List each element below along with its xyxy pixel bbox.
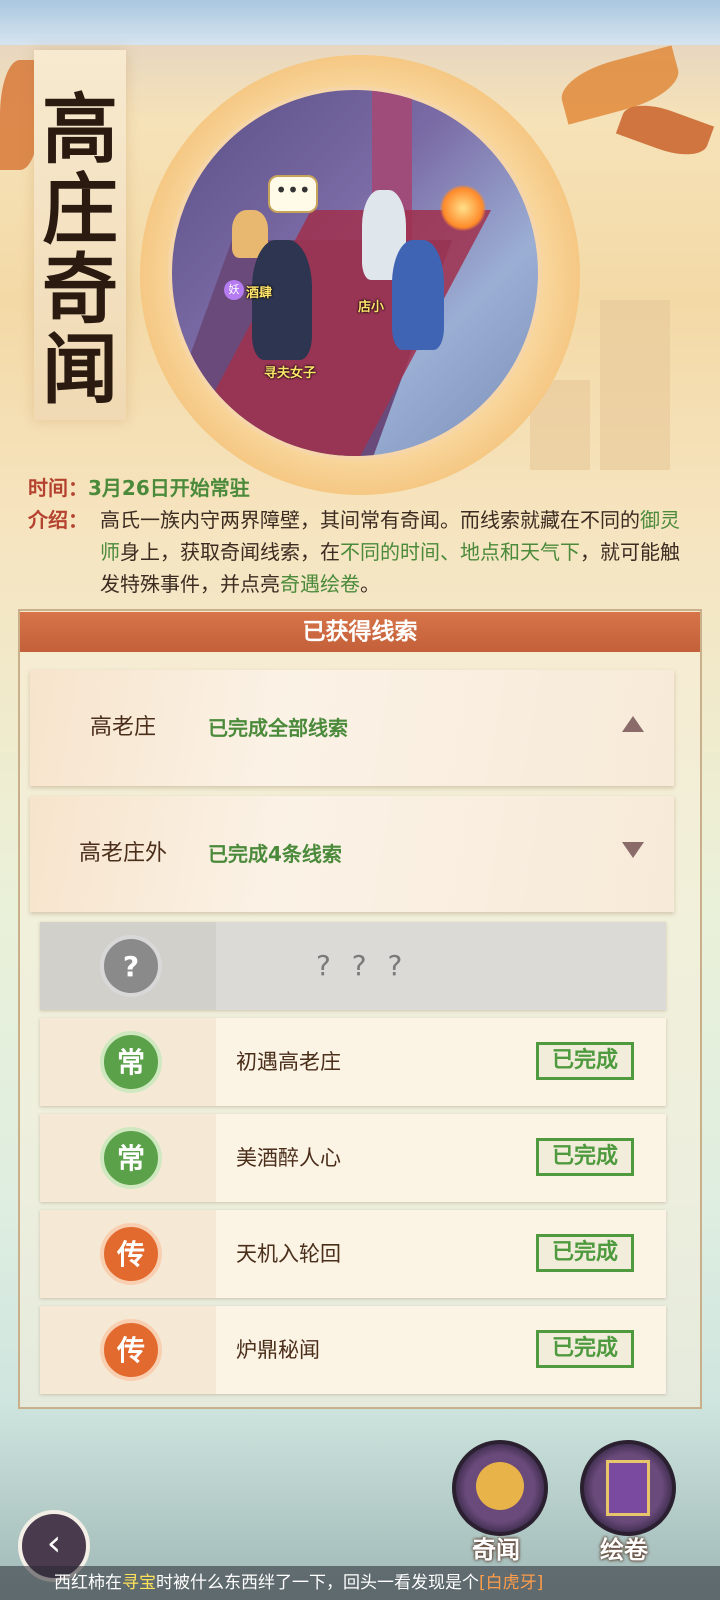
region-name: 高老庄外: [78, 841, 167, 866]
clue-title: 美酒醉人心: [236, 1146, 341, 1170]
npc-label: 店小: [358, 300, 385, 315]
clue-title: 炉鼎秘闻: [236, 1338, 320, 1362]
time-row: 时间：3月26日开始常驻: [28, 472, 250, 504]
completed-stamp: 已完成: [536, 1330, 634, 1368]
title-char: 高: [42, 85, 118, 174]
clue-type-badge: 传: [100, 1223, 162, 1285]
woman-npc: [392, 240, 444, 350]
clue-row[interactable]: 传 天机入轮回 已完成: [40, 1210, 666, 1298]
title-char: 庄: [42, 165, 118, 254]
completed-stamp: 已完成: [536, 1234, 634, 1272]
region-name: 高老庄: [89, 715, 156, 740]
region-status: 已完成4条线索: [208, 842, 342, 866]
npc-label: 寻夫女子: [264, 366, 317, 381]
region-gaolaozhuang[interactable]: 高老庄 已完成全部线索: [30, 670, 674, 786]
title-char: 奇: [42, 245, 118, 334]
clue-type-badge: 常: [100, 1127, 162, 1189]
time-value: 3月26日开始常驻: [88, 476, 250, 500]
scene-portrait: ••• 妖 酒肆 店小 寻夫女子: [168, 86, 542, 460]
qiwen-label: 奇闻: [472, 1536, 520, 1564]
huijuan-button[interactable]: [580, 1440, 676, 1536]
top-strip: [0, 0, 720, 45]
expand-arrow-icon[interactable]: [622, 842, 644, 858]
npc-label: 酒肆: [246, 286, 273, 301]
maple-leaf-decoration: [615, 95, 715, 165]
intro-label: 介绍：: [28, 508, 88, 532]
clue-row[interactable]: 传 炉鼎秘闻 已完成: [40, 1306, 666, 1394]
lantern-glow: [440, 185, 486, 231]
scroll-icon: [606, 1460, 650, 1516]
pagoda-silhouette: [600, 300, 670, 470]
yao-badge: 妖: [224, 280, 244, 300]
clue-type-badge: 常: [100, 1031, 162, 1093]
huijuan-label: 绘卷: [600, 1536, 648, 1564]
collapse-arrow-icon[interactable]: [622, 716, 644, 732]
intro-label-row: 介绍：: [28, 504, 88, 536]
clue-title: 天机入轮回: [236, 1242, 341, 1266]
qiwen-button[interactable]: [452, 1440, 548, 1536]
clue-row-unknown[interactable]: ? ? ? ?: [40, 922, 666, 1010]
time-label: 时间：: [28, 476, 88, 500]
speech-bubble-icon: •••: [268, 175, 318, 213]
helmet-icon: [476, 1462, 524, 1510]
clue-title: ? ? ?: [316, 949, 409, 982]
clue-row[interactable]: 常 初遇高老庄 已完成: [40, 1018, 666, 1106]
clue-title: 初遇高老庄: [236, 1050, 341, 1074]
region-status: 已完成全部线索: [208, 716, 348, 740]
title-scroll: 高 庄 奇 闻: [34, 50, 126, 420]
system-ticker: 西红柿在寻宝时被什么东西绊了一下，回头一看发现是个[白虎牙]: [0, 1566, 720, 1600]
clue-row[interactable]: 常 美酒醉人心 已完成: [40, 1114, 666, 1202]
completed-stamp: 已完成: [536, 1042, 634, 1080]
panel-header: 已获得线索: [20, 612, 700, 652]
question-mark-icon: ?: [100, 935, 162, 997]
title-char: 闻: [42, 325, 118, 414]
region-gaolaozhuang-outside[interactable]: 高老庄外 已完成4条线索: [30, 796, 674, 912]
completed-stamp: 已完成: [536, 1138, 634, 1176]
clue-type-badge: 传: [100, 1319, 162, 1381]
intro-text: 高氏一族内守两界障壁，其间常有奇闻。而线索就藏在不同的御灵师身上，获取奇闻线索，…: [100, 508, 680, 596]
